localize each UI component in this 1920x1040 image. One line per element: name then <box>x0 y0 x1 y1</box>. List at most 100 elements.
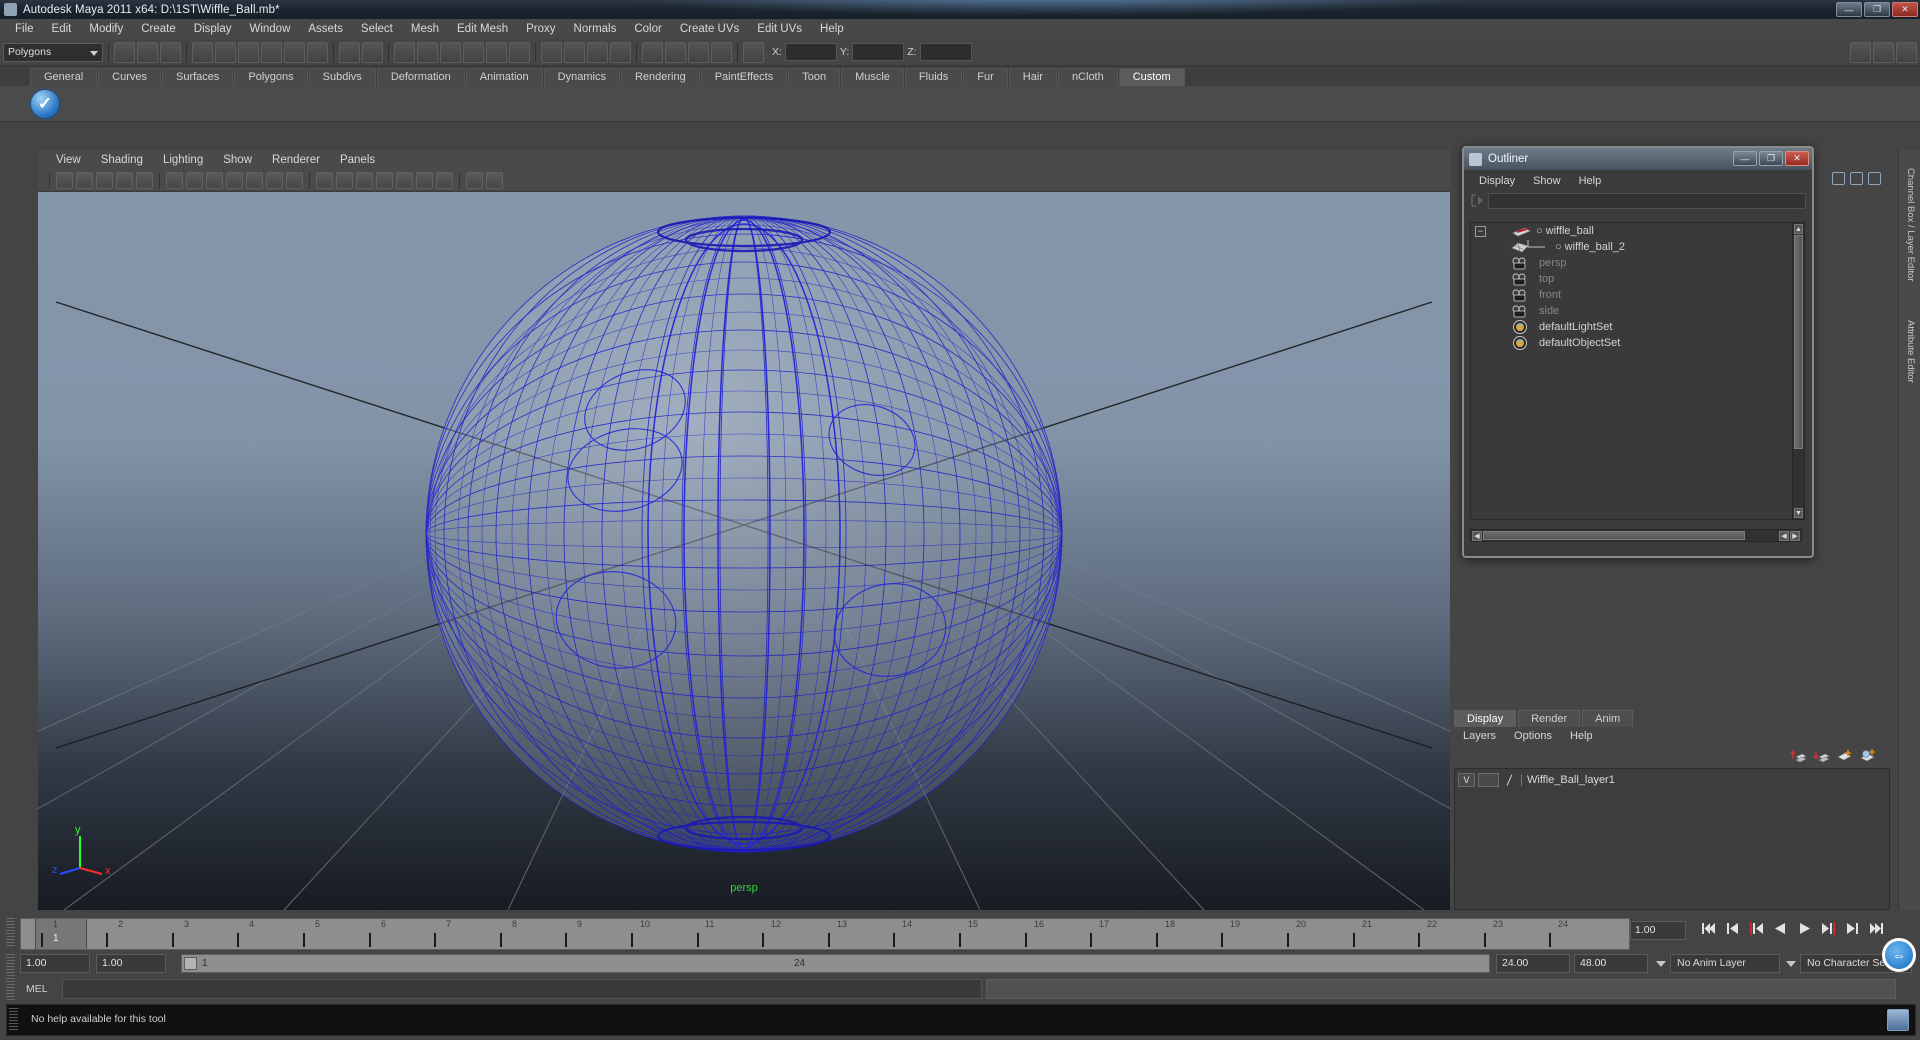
tab-render[interactable]: Render <box>1518 710 1581 727</box>
outliner-menu-help[interactable]: Help <box>1570 175 1611 187</box>
help-line-grip[interactable] <box>9 1008 18 1032</box>
step-forward-frame-icon[interactable] <box>1820 920 1837 937</box>
magnet-icon[interactable] <box>486 41 507 63</box>
ambient-occlusion-icon[interactable] <box>436 172 453 189</box>
outliner-maximize-button[interactable]: ❐ <box>1759 151 1783 166</box>
viewport-menu-renderer[interactable]: Renderer <box>262 154 330 166</box>
command-input[interactable] <box>62 979 982 999</box>
layer-playback-toggle[interactable] <box>1478 772 1499 787</box>
shelf-tab-animation[interactable]: Animation <box>465 68 543 86</box>
image-plane-icon[interactable] <box>116 172 133 189</box>
show-layer-editor-icon[interactable] <box>1873 41 1894 63</box>
playback-end-field[interactable]: 48.00 <box>1574 954 1648 973</box>
range-slider-grip[interactable] <box>6 954 15 976</box>
outliner-menu-show[interactable]: Show <box>1524 175 1570 187</box>
select-camera-icon[interactable] <box>56 172 73 189</box>
copy-tab-icon[interactable] <box>1832 172 1845 185</box>
resolution-gate-icon[interactable] <box>206 172 223 189</box>
scroll-left-icon[interactable]: ◀ <box>1472 530 1482 541</box>
shelf-tab-deformation[interactable]: Deformation <box>376 68 465 86</box>
menu-help[interactable]: Help <box>811 19 853 39</box>
help-save-icon[interactable] <box>1887 1009 1909 1031</box>
outliner-item-side[interactable]: side <box>1471 303 1801 319</box>
shadows-icon[interactable] <box>416 172 433 189</box>
outliner-title-bar[interactable]: Outliner — ❐ ✕ <box>1464 148 1812 170</box>
command-line-grip[interactable] <box>6 978 15 1000</box>
snap-point-icon[interactable] <box>440 41 461 63</box>
outliner-item-front[interactable]: front <box>1471 287 1801 303</box>
expand-collapse-icon[interactable]: − <box>1475 225 1486 237</box>
new-layer-from-selected-icon[interactable] <box>1859 748 1876 763</box>
viewport-menu-panels[interactable]: Panels <box>330 154 385 166</box>
step-back-frame-icon[interactable] <box>1748 920 1765 937</box>
component-vertex-icon[interactable] <box>284 41 305 63</box>
use-all-lights-icon[interactable] <box>396 172 413 189</box>
shelf-tab-dynamics[interactable]: Dynamics <box>543 68 620 86</box>
shelf-tab-fur[interactable]: Fur <box>963 68 1008 86</box>
snap-curve-icon[interactable] <box>417 41 438 63</box>
playback-start-field[interactable]: 24.00 <box>1496 954 1570 973</box>
play-backwards-icon[interactable] <box>1772 920 1789 937</box>
rail-label-attribute-editor[interactable]: Attribute Editor <box>1905 320 1916 383</box>
scroll-down-icon[interactable]: ▼ <box>1794 508 1803 518</box>
menu-file[interactable]: File <box>6 19 43 39</box>
highlight-selection-icon[interactable] <box>339 41 360 63</box>
scroll-up-icon[interactable]: ▲ <box>1794 224 1803 234</box>
menu-proxy[interactable]: Proxy <box>517 19 564 39</box>
step-back-keyframe-icon[interactable] <box>1724 920 1741 937</box>
range-end-field[interactable]: 1.00 <box>96 954 166 973</box>
ipr-render-icon[interactable] <box>587 41 608 63</box>
smooth-shade-selected-icon[interactable] <box>356 172 373 189</box>
render-current-frame-icon[interactable] <box>564 41 585 63</box>
shelf-tab-toon[interactable]: Toon <box>788 68 841 86</box>
shelf-tab-general[interactable]: General <box>30 68 98 86</box>
tab-display[interactable]: Display <box>1454 710 1517 727</box>
xray-icon[interactable] <box>266 172 283 189</box>
go-to-end-icon[interactable] <box>1868 920 1885 937</box>
checkmark-sphere-icon[interactable]: ✓ <box>30 88 60 119</box>
wireframe-on-shaded-icon[interactable] <box>246 172 263 189</box>
render-settings-icon[interactable] <box>610 41 631 63</box>
menu-display[interactable]: Display <box>185 19 241 39</box>
go-to-start-icon[interactable] <box>1700 920 1717 937</box>
component-uv-icon[interactable] <box>261 41 282 63</box>
camera-attributes-icon[interactable] <box>76 172 93 189</box>
clock-icon[interactable] <box>1850 172 1863 185</box>
outliner-window[interactable]: Outliner — ❐ ✕ Display Show Help − ○ wif… <box>1462 146 1814 558</box>
wiffle-ball-wireframe-model[interactable] <box>420 210 1068 858</box>
time-slider[interactable]: 1 1 2 3 4 5 6 7 8 9 10 11 12 13 14 15 16… <box>20 918 1630 950</box>
gate-mask-icon[interactable] <box>226 172 243 189</box>
grid-toggle-icon[interactable] <box>166 172 183 189</box>
menu-mesh[interactable]: Mesh <box>402 19 448 39</box>
menu-edit[interactable]: Edit <box>43 19 81 39</box>
command-language-label[interactable]: MEL <box>26 983 48 995</box>
text-overlay-icon[interactable] <box>286 172 303 189</box>
character-set-dropdown-arrow[interactable] <box>1786 961 1796 967</box>
step-forward-keyframe-icon[interactable] <box>1844 920 1861 937</box>
move-layer-down-icon[interactable] <box>1813 748 1830 763</box>
shelf-tab-surfaces[interactable]: Surfaces <box>161 68 234 86</box>
share-icon[interactable] <box>1868 172 1881 185</box>
menu-create[interactable]: Create <box>132 19 185 39</box>
menu-select[interactable]: Select <box>352 19 402 39</box>
lock-selection-icon[interactable] <box>362 41 383 63</box>
wireframe-shading-icon[interactable] <box>316 172 333 189</box>
component-point-icon[interactable] <box>192 41 213 63</box>
outliner-item-persp[interactable]: persp <box>1471 255 1801 271</box>
x-field[interactable] <box>784 43 837 61</box>
outliner-item-default-object-set[interactable]: defaultObjectSet <box>1471 335 1801 351</box>
outliner-item-wiffle-ball[interactable]: − ○ wiffle_ball <box>1471 223 1801 239</box>
scroll-right-icon-2[interactable]: ▶ <box>1790 530 1800 541</box>
shelf-tab-ncloth[interactable]: nCloth <box>1057 68 1118 86</box>
layer-visibility-toggle[interactable]: V <box>1458 772 1475 787</box>
magnet-normal-icon[interactable] <box>509 41 530 63</box>
show-attribute-editor-icon[interactable] <box>1896 41 1917 63</box>
select-by-object-icon[interactable] <box>137 41 158 63</box>
range-start-field[interactable]: 1.00 <box>20 954 90 973</box>
menu-color[interactable]: Color <box>625 19 670 39</box>
two-d-pan-zoom-icon[interactable] <box>136 172 153 189</box>
smooth-shade-all-icon[interactable] <box>336 172 353 189</box>
selection-mask-icon[interactable] <box>743 41 764 63</box>
xray-joints-icon[interactable] <box>486 172 503 189</box>
layer-list[interactable]: V Wiffle_Ball_layer1 <box>1454 768 1890 910</box>
